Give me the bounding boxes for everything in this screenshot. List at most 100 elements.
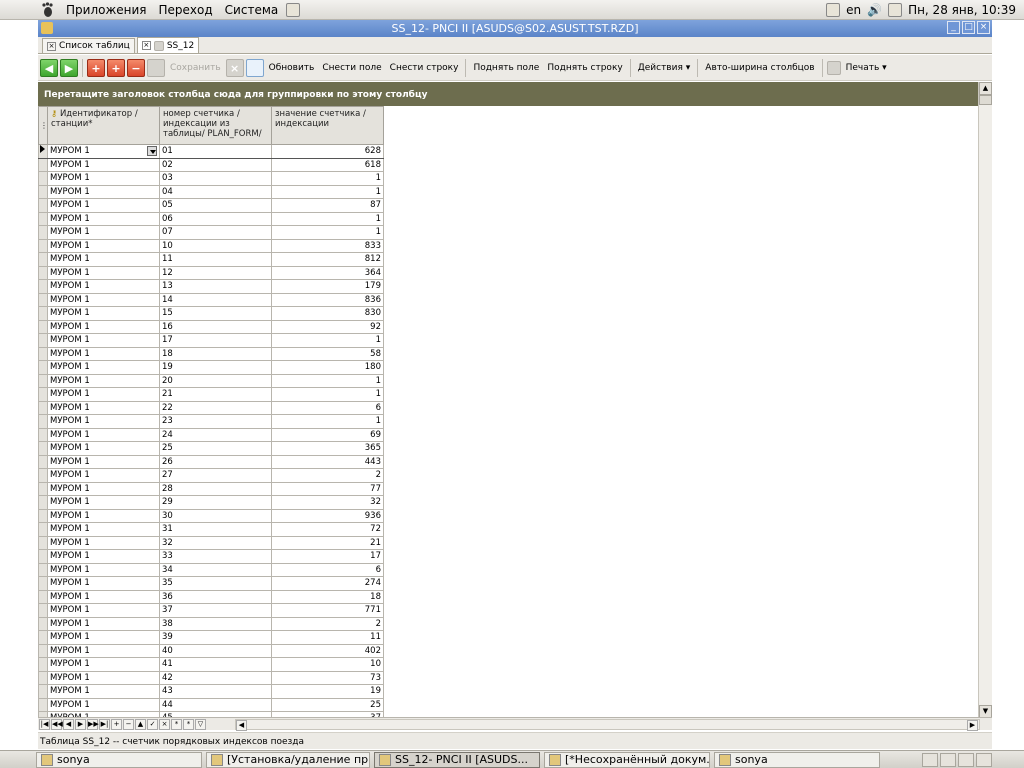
back-button[interactable]: ◀	[40, 58, 58, 77]
cell-counter-number[interactable]: 39	[159, 630, 272, 645]
print-dropdown[interactable]: Печать ▾	[843, 63, 890, 73]
cell-counter-number[interactable]: 36	[159, 589, 272, 604]
table-row[interactable]: МУРОМ 1 17 1	[38, 333, 384, 348]
cell-station[interactable]: МУРОМ 1	[47, 495, 160, 510]
prev-record-button[interactable]: ◀	[63, 718, 74, 730]
table-row[interactable]: МУРОМ 1 27 2	[38, 468, 384, 483]
cell-counter-value[interactable]: 92	[271, 319, 384, 334]
menu-places[interactable]: Переход	[153, 3, 219, 17]
cell-counter-value[interactable]: 812	[271, 252, 384, 267]
next-record-button[interactable]: ▶	[75, 718, 86, 730]
row-indicator[interactable]	[38, 346, 48, 361]
cell-counter-value[interactable]: 274	[271, 576, 384, 591]
cell-counter-number[interactable]: 11	[159, 252, 272, 267]
cell-counter-value[interactable]: 179	[271, 279, 384, 294]
cell-station[interactable]: МУРОМ 1	[47, 225, 160, 240]
cell-station[interactable]: МУРОМ 1	[47, 697, 160, 712]
cell-station[interactable]: МУРОМ 1	[47, 171, 160, 186]
autowidth-button[interactable]: Авто-ширина столбцов	[702, 63, 817, 73]
row-indicator[interactable]	[38, 238, 48, 253]
cell-station[interactable]: МУРОМ 1	[47, 441, 160, 456]
dropdown-arrow-icon[interactable]	[147, 146, 157, 157]
refresh-icon[interactable]	[245, 58, 264, 77]
table-row[interactable]: МУРОМ 1 05 87	[38, 198, 384, 213]
table-row[interactable]: МУРОМ 1 29 32	[38, 495, 384, 510]
column-header-counter-value[interactable]: значение счетчика / индексации	[271, 106, 384, 145]
cell-station[interactable]: МУРОМ 1	[47, 454, 160, 469]
cell-station[interactable]: МУРОМ 1	[47, 211, 160, 226]
cell-counter-value[interactable]: 17	[271, 549, 384, 564]
scroll-right-button[interactable]: ▶	[967, 719, 978, 731]
cell-counter-number[interactable]: 20	[159, 373, 272, 388]
cell-counter-number[interactable]: 37	[159, 603, 272, 618]
cell-station[interactable]: МУРОМ 1	[47, 427, 160, 442]
cell-counter-value[interactable]: 77	[271, 481, 384, 496]
clock[interactable]: Пн, 28 янв, 10:39	[908, 3, 1016, 17]
row-indicator[interactable]	[38, 400, 48, 415]
row-indicator[interactable]	[38, 589, 48, 604]
row-indicator[interactable]	[38, 468, 48, 483]
scroll-up-button[interactable]: ▲	[979, 82, 992, 95]
cell-station[interactable]: МУРОМ 1	[47, 306, 160, 321]
workspace-2[interactable]	[940, 752, 956, 767]
table-row[interactable]: МУРОМ 1 22 6	[38, 400, 384, 415]
menu-applications[interactable]: Приложения	[60, 3, 153, 17]
cell-counter-value[interactable]: 72	[271, 522, 384, 537]
cell-station[interactable]: МУРОМ 1	[47, 549, 160, 564]
post-record-button[interactable]: ✓	[147, 718, 158, 730]
table-row[interactable]: МУРОМ 1 20 1	[38, 373, 384, 388]
table-row[interactable]: МУРОМ 1 02 618	[38, 157, 384, 172]
cell-counter-value[interactable]: 771	[271, 603, 384, 618]
row-indicator[interactable]	[38, 279, 48, 294]
table-row[interactable]: МУРОМ 1 21 1	[38, 387, 384, 402]
cell-counter-value[interactable]: 32	[271, 495, 384, 510]
scroll-left-button[interactable]: ◀	[236, 719, 247, 731]
cell-counter-value[interactable]: 1	[271, 211, 384, 226]
row-indicator[interactable]	[38, 657, 48, 672]
task-unsaved-document[interactable]: [*Несохранённый докум...	[544, 751, 710, 768]
cell-counter-value[interactable]: 6	[271, 562, 384, 577]
cell-counter-value[interactable]: 1	[271, 225, 384, 240]
table-row[interactable]: МУРОМ 1 37 771	[38, 603, 384, 618]
close-tab-icon[interactable]: ×	[141, 41, 151, 50]
cell-counter-value[interactable]: 1	[271, 184, 384, 199]
vertical-scrollbar[interactable]: ▲ ▼	[978, 82, 992, 718]
row-indicator[interactable]	[38, 360, 48, 375]
cell-counter-number[interactable]: 42	[159, 670, 272, 685]
row-indicator[interactable]	[38, 549, 48, 564]
table-row[interactable]: МУРОМ 1 31 72	[38, 522, 384, 537]
notes-icon[interactable]	[826, 2, 841, 17]
table-row[interactable]: МУРОМ 1 10 833	[38, 238, 384, 253]
cell-counter-value[interactable]: 618	[271, 157, 384, 172]
row-indicator[interactable]	[38, 495, 48, 510]
table-row[interactable]: МУРОМ 1 25 365	[38, 441, 384, 456]
row-indicator[interactable]	[38, 211, 48, 226]
cell-counter-value[interactable]: 19	[271, 684, 384, 699]
table-row[interactable]: МУРОМ 1 24 69	[38, 427, 384, 442]
row-indicator[interactable]	[38, 414, 48, 429]
cell-counter-value[interactable]: 25	[271, 697, 384, 712]
cell-station[interactable]: МУРОМ 1	[47, 387, 160, 402]
cell-counter-number[interactable]: 21	[159, 387, 272, 402]
cell-station[interactable]: МУРОМ 1	[47, 481, 160, 496]
cell-station[interactable]: МУРОМ 1	[47, 535, 160, 550]
refresh-button[interactable]: Обновить	[266, 63, 318, 73]
table-row[interactable]: МУРОМ 1 26 443	[38, 454, 384, 469]
cell-counter-value[interactable]: 1	[271, 171, 384, 186]
cell-counter-number[interactable]: 30	[159, 508, 272, 523]
table-row[interactable]: МУРОМ 1 34 6	[38, 562, 384, 577]
workspace-3[interactable]	[958, 752, 974, 767]
table-row[interactable]: МУРОМ 1 13 179	[38, 279, 384, 294]
cell-station[interactable]: МУРОМ 1	[47, 238, 160, 253]
save-button[interactable]: Сохранить	[167, 63, 224, 73]
row-indicator[interactable]	[38, 252, 48, 267]
cell-station[interactable]: МУРОМ 1	[47, 603, 160, 618]
group-by-panel[interactable]: Перетащите заголовок столбца сюда для гр…	[38, 82, 978, 106]
gnome-foot-icon[interactable]	[40, 1, 56, 18]
table-row[interactable]: МУРОМ 1 44 25	[38, 697, 384, 712]
move-field-down-button[interactable]: Снести поле	[319, 63, 384, 73]
row-indicator[interactable]	[38, 198, 48, 213]
close-button[interactable]: ×	[977, 21, 990, 34]
cell-counter-value[interactable]: 69	[271, 427, 384, 442]
cell-counter-number[interactable]: 12	[159, 265, 272, 280]
